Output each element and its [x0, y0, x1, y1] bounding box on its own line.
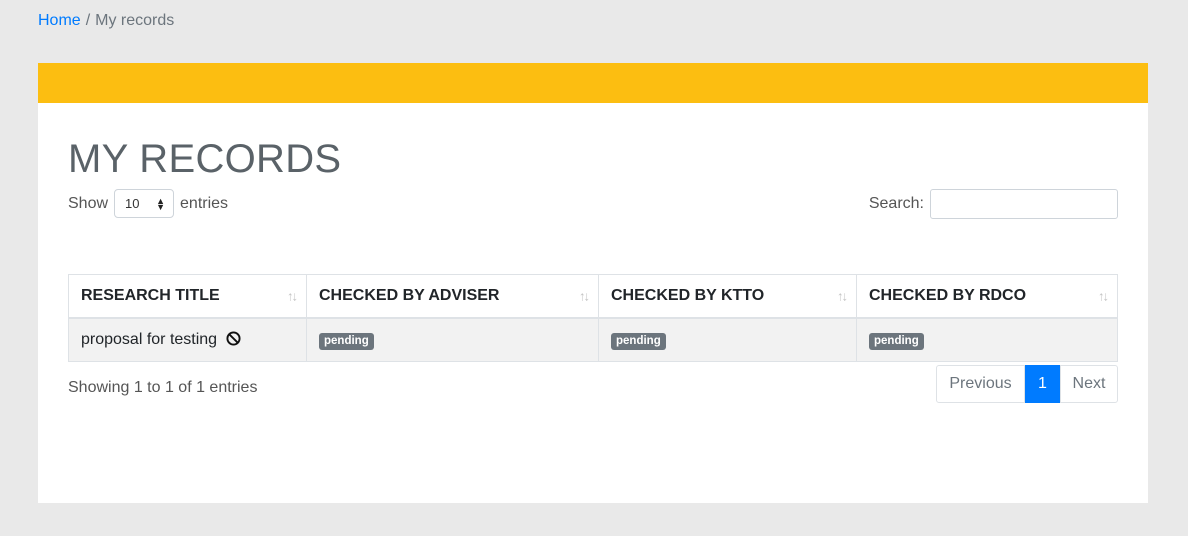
search-input[interactable] — [930, 189, 1118, 219]
column-header-checked-by-adviser[interactable]: CHECKED BY ADVISER ↑↓ — [306, 274, 599, 319]
pagination: Previous 1 Next — [936, 365, 1118, 403]
status-badge: pending — [611, 332, 666, 350]
entries-label: entries — [180, 194, 229, 212]
cell-checked-by-adviser: pending — [306, 317, 599, 362]
card-header-bar — [38, 63, 1148, 103]
sort-icon: ↑↓ — [287, 288, 298, 304]
breadcrumb-separator: / — [85, 12, 91, 29]
column-header-label: CHECKED BY ADVISER — [319, 287, 500, 304]
records-table: RESEARCH TITLE ↑↓ CHECKED BY ADVISER ↑↓ … — [68, 274, 1118, 362]
page-title: MY RECORDS — [68, 137, 342, 181]
next-page-button[interactable]: Next — [1060, 365, 1118, 403]
table-header-row: RESEARCH TITLE ↑↓ CHECKED BY ADVISER ↑↓ … — [68, 274, 1118, 319]
previous-page-button[interactable]: Previous — [936, 365, 1025, 403]
sort-icon: ↑↓ — [837, 288, 848, 304]
research-title-text[interactable]: proposal for testing — [81, 331, 217, 348]
entries-select[interactable]: 10 ▲ ▼ — [114, 189, 175, 218]
sort-icon: ↑↓ — [579, 288, 590, 304]
table-info: Showing 1 to 1 of 1 entries — [68, 379, 258, 396]
column-header-checked-by-rdco[interactable]: CHECKED BY RDCO ↑↓ — [856, 274, 1118, 319]
select-arrows-icon: ▲ ▼ — [156, 195, 166, 212]
entries-select-value: 10 — [125, 196, 140, 211]
records-card: MY RECORDS Show 10 ▲ ▼ entries Search: RE… — [38, 63, 1148, 503]
column-header-label: CHECKED BY KTTO — [611, 287, 765, 304]
show-label: Show — [68, 194, 109, 212]
ban-icon — [226, 331, 241, 346]
table-row: proposal for testing pending pending pen… — [68, 317, 1118, 362]
cell-checked-by-rdco: pending — [856, 317, 1118, 362]
search-control: Search: — [869, 189, 1118, 219]
column-header-label: RESEARCH TITLE — [81, 287, 220, 304]
column-header-label: CHECKED BY RDCO — [869, 287, 1027, 304]
breadcrumb-current: My records — [95, 12, 175, 29]
entries-length-control: Show 10 ▲ ▼ entries — [68, 189, 228, 218]
status-badge: pending — [319, 332, 374, 350]
breadcrumb: Home / My records — [38, 11, 174, 31]
cell-research-title: proposal for testing — [68, 317, 307, 362]
column-header-research-title[interactable]: RESEARCH TITLE ↑↓ — [68, 274, 307, 319]
sort-icon: ↑↓ — [1098, 288, 1109, 304]
cell-checked-by-ktto: pending — [598, 317, 857, 362]
breadcrumb-home-link[interactable]: Home — [38, 12, 81, 29]
search-label: Search: — [868, 195, 924, 212]
page-1-button[interactable]: 1 — [1025, 365, 1060, 403]
status-badge: pending — [869, 332, 924, 350]
column-header-checked-by-ktto[interactable]: CHECKED BY KTTO ↑↓ — [598, 274, 857, 319]
